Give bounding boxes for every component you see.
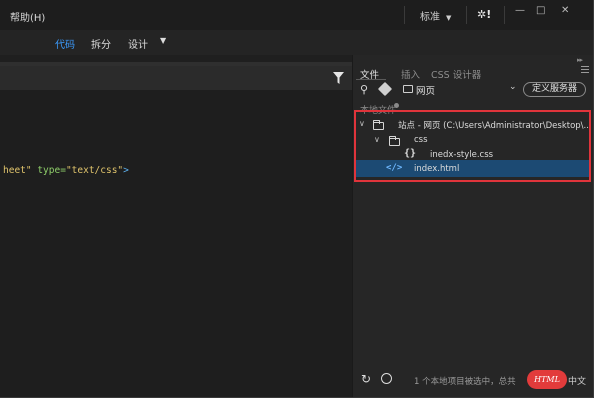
divider [404, 6, 405, 24]
globe-icon[interactable] [381, 373, 392, 384]
connect-icon[interactable]: ⚲ [360, 83, 368, 96]
menu-help[interactable]: 帮助(H) [10, 9, 45, 24]
site-select-value: 网页 [416, 86, 436, 97]
code-editor[interactable] [0, 90, 352, 397]
divider [466, 6, 467, 24]
panel-menu-icon[interactable] [581, 66, 589, 75]
code-token: heet" [3, 165, 32, 176]
highlight-box [354, 110, 591, 182]
panel-collapse-icon[interactable]: ▸▸ [577, 56, 583, 64]
chevron-down-icon[interactable]: ▼ [160, 36, 166, 45]
refresh-icon[interactable]: ↻ [361, 372, 371, 386]
chevron-down-icon: ▼ [446, 14, 452, 22]
define-server-button[interactable]: 定义服务器 [523, 82, 586, 97]
filter-icon[interactable] [333, 72, 344, 84]
minimize-button[interactable]: — [515, 5, 525, 16]
watermark-logo: HTML [527, 370, 567, 389]
tab-code[interactable]: 代码 [55, 36, 75, 51]
chevron-down-icon: ⌄ [509, 82, 517, 92]
folder-icon [403, 85, 413, 93]
app-window: 帮助(H) 标准 ▼ ✲! — □ ✕ 代码 拆分 设计 ▼ heet" type… [0, 0, 594, 398]
code-token: type= [31, 165, 66, 176]
maximize-button[interactable]: □ [536, 5, 545, 16]
tab-split[interactable]: 拆分 [91, 36, 111, 51]
dropdown-dot-icon[interactable] [394, 103, 399, 108]
watermark-suffix: 中文 [568, 377, 587, 387]
active-tab-indicator [356, 79, 386, 80]
tab-css-designer[interactable]: CSS 设计器 [431, 67, 481, 81]
selection-status: 1 个本地项目被选中，总共 [414, 377, 516, 387]
workspace-label: 标准 [420, 12, 440, 23]
code-token: "text/css" [65, 165, 124, 176]
code-token: > [123, 165, 129, 176]
close-button[interactable]: ✕ [561, 5, 569, 16]
code-line: heet" type="text/css"> [3, 165, 129, 176]
divider [504, 6, 505, 24]
sync-gear-icon[interactable]: ✲! [477, 8, 491, 21]
tab-design[interactable]: 设计 [128, 36, 148, 51]
view-toolbar [0, 30, 593, 55]
editor-header [0, 66, 352, 90]
workspace-switcher[interactable]: 标准 ▼ [420, 8, 451, 23]
tab-insert[interactable]: 插入 [401, 67, 420, 81]
